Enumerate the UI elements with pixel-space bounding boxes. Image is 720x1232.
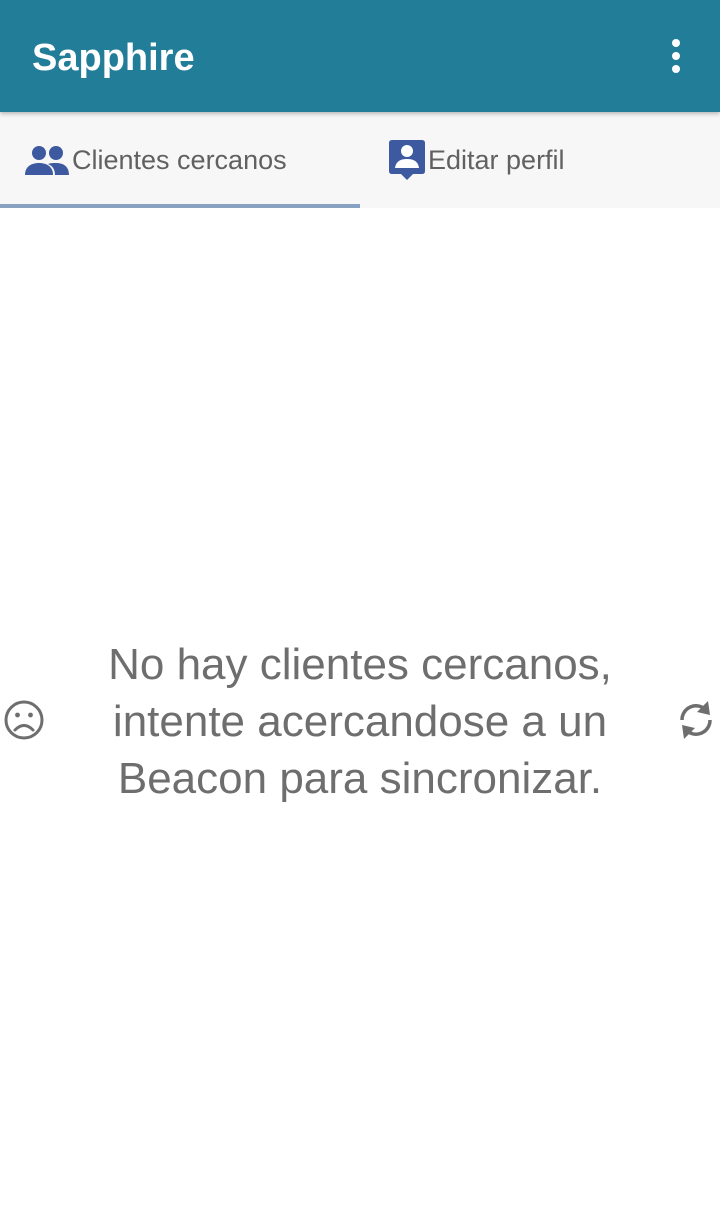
tab-selected-indicator [0,204,360,208]
tab-clientes-cercanos[interactable]: Clientes cercanos [0,112,360,208]
tab-editar-perfil[interactable]: Editar perfil [360,112,720,208]
content-area: No hay clientes cercanos, intente acerca… [0,208,720,1232]
tab-label-clientes-cercanos: Clientes cercanos [72,144,287,175]
app-title: Sapphire [32,37,195,79]
people-icon [25,146,69,175]
refresh-icon[interactable] [674,698,718,742]
tab-label-editar-perfil: Editar perfil [428,144,565,175]
app-bar: Sapphire [0,0,720,112]
sad-face-icon [4,700,44,740]
overflow-menu-button[interactable] [652,32,700,80]
person-pin-icon [389,140,425,180]
empty-state-message: No hay clientes cercanos, intente acerca… [108,640,612,803]
more-vert-icon [672,39,680,73]
tab-bar: Clientes cercanos Editar perfil [0,112,720,208]
